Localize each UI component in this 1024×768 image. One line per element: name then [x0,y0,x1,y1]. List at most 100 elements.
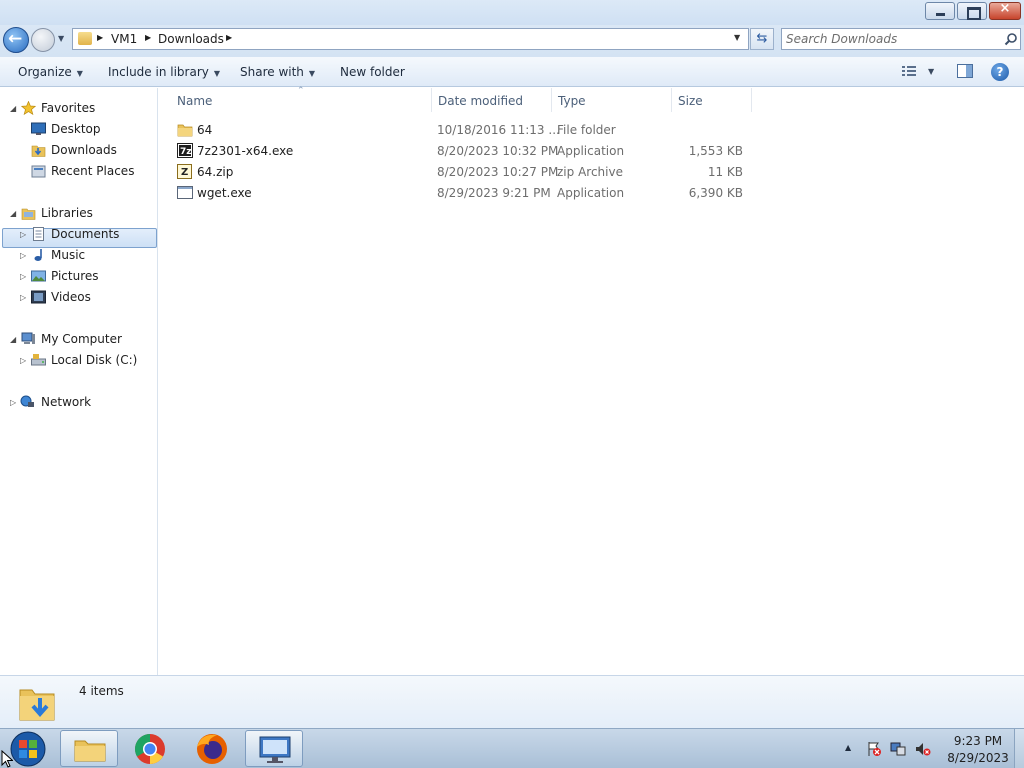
breadcrumb-arrow-icon[interactable]: ▶ [97,33,103,42]
collapsed-arrow-icon[interactable]: ▷ [20,251,26,260]
downloads-folder-icon [19,689,55,721]
address-row: ← ▼ ▶ VM1 ▶ Downloads ▶ ▼ ⇆ [0,25,1024,57]
file-row[interactable]: Z 64.zip 8/20/2023 10:27 PM zip Archive … [169,161,754,182]
recent-pages-dropdown[interactable]: ▼ [58,34,64,43]
nav-documents[interactable]: ▷ Documents [0,224,158,244]
nav-desktop[interactable]: Desktop [0,119,158,139]
nav-label: Favorites [41,101,96,115]
taskbar-explorer[interactable] [60,730,118,767]
libraries-icon [21,208,36,220]
nav-my-computer[interactable]: ◢ My Computer [0,329,158,349]
preview-pane-button[interactable] [957,64,973,78]
taskbar-remote-desktop[interactable] [245,730,303,767]
collapsed-arrow-icon[interactable]: ▷ [10,398,16,407]
show-hidden-icons-button[interactable]: ▲ [845,743,851,752]
file-type: Application [557,144,625,158]
file-date: 8/20/2023 10:32 PM [437,144,559,158]
collapsed-arrow-icon[interactable]: ▷ [20,230,26,239]
network-status-icon[interactable] [890,741,906,757]
share-with-menu[interactable]: Share with ▼ [240,65,315,79]
svg-text:Z: Z [181,167,188,178]
chevron-down-icon: ▼ [213,69,221,78]
clock-date[interactable]: 8/29/2023 [944,751,1012,765]
refresh-button[interactable]: ⇆ [750,28,774,50]
column-header-size[interactable]: Size [678,94,703,108]
help-button[interactable]: ? [991,63,1009,81]
nav-network[interactable]: ▷ Network [0,392,158,412]
folder-icon [78,32,92,45]
search-input[interactable] [786,31,1001,47]
hard-drive-icon [31,354,46,366]
svg-text:7z: 7z [180,147,192,157]
windows-explorer-icon [74,740,106,762]
computer-icon [21,332,35,344]
file-list[interactable]: ⌃ Name Date modified Type Size 64 10/18/… [159,86,1024,675]
close-icon: × [999,1,1011,16]
nav-favorites[interactable]: ◢ Favorites [0,98,158,118]
collapsed-arrow-icon[interactable]: ▷ [20,293,26,302]
breadcrumb-arrow-icon[interactable]: ▶ [145,33,151,42]
breadcrumb-downloads[interactable]: Downloads [158,32,224,46]
clock-time[interactable]: 9:23 PM [944,734,1012,748]
nav-pictures[interactable]: ▷ Pictures [0,266,158,286]
nav-videos[interactable]: ▷ Videos [0,287,158,307]
nav-label: Pictures [51,269,99,283]
back-button[interactable]: ← [3,27,29,53]
documents-icon [33,227,44,241]
file-row[interactable]: wget.exe 8/29/2023 9:21 PM Application 6… [169,182,754,203]
maximize-button[interactable] [957,2,987,20]
nav-label: Videos [51,290,91,304]
breadcrumb-arrow-icon[interactable]: ▶ [226,33,232,42]
column-divider[interactable] [431,88,432,112]
nav-local-disk[interactable]: ▷ Local Disk (C:) [0,350,158,370]
volume-muted-icon[interactable] [915,741,931,757]
view-options-dropdown-icon[interactable]: ▼ [928,67,934,76]
file-name: 64 [197,123,213,137]
minimize-button[interactable] [925,2,955,20]
file-row[interactable]: 7z 7z2301-x64.exe 8/20/2023 10:32 PM App… [169,140,754,161]
nav-downloads[interactable]: Downloads [0,140,158,160]
column-divider[interactable] [751,88,752,112]
breadcrumb-vm1[interactable]: VM1 [111,32,137,46]
show-desktop-button[interactable] [1014,729,1024,768]
nav-label: Music [51,248,86,262]
pictures-icon [31,270,46,282]
7zip-app-icon: 7z [177,143,193,158]
search-box[interactable] [781,28,1021,50]
nav-libraries[interactable]: ◢ Libraries [0,203,158,223]
expanded-arrow-icon[interactable]: ◢ [10,209,16,218]
address-dropdown-icon[interactable]: ▼ [734,33,740,42]
action-center-icon[interactable] [866,741,882,757]
search-icon[interactable] [1004,32,1018,46]
file-row[interactable]: 64 10/18/2016 11:13 ... File folder [169,119,754,140]
navigation-pane[interactable]: ◢ Favorites Desktop Downloads Recent Pla… [0,88,158,675]
file-name: wget.exe [197,186,252,200]
taskbar-firefox[interactable] [183,730,241,767]
column-divider[interactable] [671,88,672,112]
nav-label: Desktop [51,122,101,136]
expanded-arrow-icon[interactable]: ◢ [10,104,16,113]
nav-label: My Computer [41,332,122,346]
address-bar[interactable]: ▶ VM1 ▶ Downloads ▶ ▼ [72,28,749,50]
include-in-library-menu[interactable]: Include in library ▼ [108,65,220,79]
organize-label: Organize [18,65,72,79]
expanded-arrow-icon[interactable]: ◢ [10,335,16,344]
taskbar: ▲ 9:23 PM 8/29/2023 [0,728,1024,768]
collapsed-arrow-icon[interactable]: ▷ [20,356,26,365]
collapsed-arrow-icon[interactable]: ▷ [20,272,26,281]
close-button[interactable]: × [989,1,1021,20]
forward-button[interactable] [31,28,55,52]
include-in-library-label: Include in library [108,65,209,79]
nav-music[interactable]: ▷ Music [0,245,158,265]
column-header-type[interactable]: Type [558,94,586,108]
column-header-name[interactable]: Name [177,94,212,108]
column-divider[interactable] [551,88,552,112]
change-view-icon[interactable] [902,66,916,77]
organize-menu[interactable]: Organize ▼ [18,65,83,79]
taskbar-chrome[interactable] [121,730,179,767]
nav-recent-places[interactable]: Recent Places [0,161,158,181]
command-bar: Organize ▼ Include in library ▼ Share with… [0,57,1024,87]
column-header-date-modified[interactable]: Date modified [438,94,523,108]
file-date: 8/29/2023 9:21 PM [437,186,551,200]
new-folder-button[interactable]: New folder [340,65,405,79]
